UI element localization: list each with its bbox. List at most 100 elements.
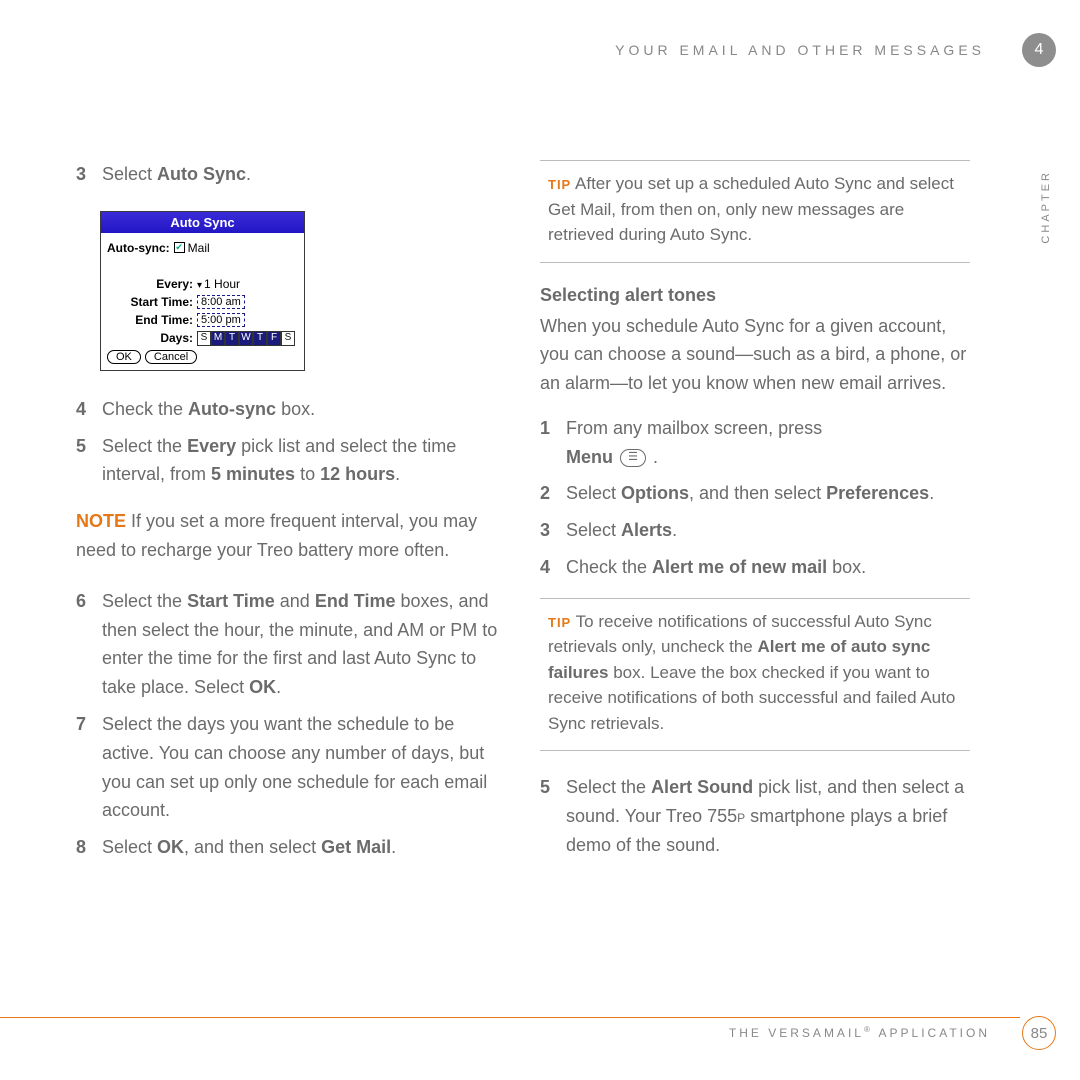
step-text: Select the Start Time and End Time boxes… (102, 587, 506, 702)
step-text: Select Options, and then select Preferen… (566, 479, 970, 508)
step-number: 5 (76, 432, 102, 490)
step-number: 3 (76, 160, 102, 189)
text: Select (566, 520, 621, 540)
palm-body: Auto-sync: ✔ Mail Every: 1 Hour Start Ti… (101, 233, 304, 370)
cancel-button[interactable]: Cancel (145, 350, 197, 364)
text: Check the (102, 399, 188, 419)
day-toggle[interactable]: M (211, 331, 225, 346)
text: . (672, 520, 677, 540)
palm-end-row: End Time: 5:00 pm (107, 313, 298, 327)
bold-text: Start Time (187, 591, 275, 611)
palm-label: Start Time: (107, 295, 193, 309)
step-number: 7 (76, 710, 102, 825)
text: , and then select (184, 837, 321, 857)
palm-label: Days: (107, 331, 193, 345)
bold-text: Auto-sync (188, 399, 276, 419)
step-text: Check the Auto-sync box. (102, 395, 506, 424)
step-text: Select the Alert Sound pick list, and th… (566, 773, 970, 859)
step-text: Select the days you want the schedule to… (102, 710, 506, 825)
step-number: 3 (540, 516, 566, 545)
smallcaps-text: P (737, 811, 745, 825)
step-7: 7 Select the days you want the schedule … (76, 710, 506, 825)
text: . (653, 447, 658, 467)
step-text: From any mailbox screen, press Menu ☰ . (566, 414, 970, 472)
footer-app: THE VERSAMAIL (729, 1026, 864, 1040)
day-toggle[interactable]: S (281, 331, 295, 346)
step-text: Select Alerts. (566, 516, 970, 545)
step-number: 4 (540, 553, 566, 582)
step-text: Select Auto Sync. (102, 160, 506, 189)
left-column: 3 Select Auto Sync. Auto Sync Auto-sync:… (76, 160, 506, 870)
step-text: Select the Every pick list and select th… (102, 432, 506, 490)
step-text: Select OK, and then select Get Mail. (102, 833, 506, 862)
palm-days-row: Days: S M T W T F S (107, 331, 298, 346)
text: Check the (566, 557, 652, 577)
palm-value: Mail (188, 241, 210, 255)
palm-screenshot: Auto Sync Auto-sync: ✔ Mail Every: 1 Hou… (100, 211, 305, 371)
dropdown-icon[interactable] (197, 277, 204, 291)
ok-button[interactable]: OK (107, 350, 141, 364)
text: . (276, 677, 281, 697)
step-number: 6 (76, 587, 102, 702)
page-body: 3 Select Auto Sync. Auto Sync Auto-sync:… (76, 160, 976, 870)
chapter-label: CHAPTER (1040, 170, 1052, 244)
time-field[interactable]: 5:00 pm (197, 313, 245, 327)
bold-text: Auto Sync (157, 164, 246, 184)
day-toggle[interactable]: T (225, 331, 239, 346)
text: box. (276, 399, 315, 419)
palm-buttons: OK Cancel (107, 350, 298, 364)
palm-label: Every: (107, 277, 193, 291)
right-column: TIP After you set up a scheduled Auto Sy… (540, 160, 970, 870)
bold-text: OK (249, 677, 276, 697)
text: . (391, 837, 396, 857)
registered-icon: ® (864, 1025, 873, 1034)
bold-text: 5 minutes (211, 464, 295, 484)
bold-text: Every (187, 436, 236, 456)
text: Select the (566, 777, 651, 797)
text: to (295, 464, 320, 484)
text: Select (102, 837, 157, 857)
text: . (395, 464, 400, 484)
step-5: 5 Select the Every pick list and select … (76, 432, 506, 490)
bold-text: Options (621, 483, 689, 503)
palm-title-bar: Auto Sync (101, 212, 304, 233)
bold-text: Get Mail (321, 837, 391, 857)
step-text: Check the Alert me of new mail box. (566, 553, 970, 582)
text: and (275, 591, 315, 611)
tip-text: box. Leave the box checked if you want t… (548, 663, 955, 733)
day-toggle[interactable]: W (239, 331, 253, 346)
text: box. (827, 557, 866, 577)
checkbox-icon[interactable]: ✔ (174, 242, 185, 253)
day-selector[interactable]: S M T W T F S (197, 331, 295, 346)
palm-every-row: Every: 1 Hour (107, 277, 298, 291)
text: Select the (102, 436, 187, 456)
rstep-1: 1 From any mailbox screen, press Menu ☰ … (540, 414, 970, 472)
palm-autosync-row: Auto-sync: ✔ Mail (107, 241, 298, 255)
step-4: 4 Check the Auto-sync box. (76, 395, 506, 424)
note-text: If you set a more frequent interval, you… (76, 511, 477, 560)
chapter-number-badge: 4 (1022, 33, 1056, 67)
bold-text: 12 hours (320, 464, 395, 484)
day-toggle[interactable]: S (197, 331, 211, 346)
text: . (246, 164, 251, 184)
tip-box: TIP After you set up a scheduled Auto Sy… (540, 160, 970, 263)
palm-value: 1 Hour (204, 277, 240, 291)
time-field[interactable]: 8:00 am (197, 295, 245, 309)
bold-text: Alert Sound (651, 777, 753, 797)
tip-text: After you set up a scheduled Auto Sync a… (548, 174, 954, 244)
footer-title: THE VERSAMAIL® APPLICATION (729, 1025, 990, 1040)
day-toggle[interactable]: T (253, 331, 267, 346)
step-number: 8 (76, 833, 102, 862)
rstep-4: 4 Check the Alert me of new mail box. (540, 553, 970, 582)
palm-label: Auto-sync: (107, 241, 170, 255)
bold-text: Alert me of new mail (652, 557, 827, 577)
section-title: Selecting alert tones (540, 285, 970, 306)
step-3: 3 Select Auto Sync. (76, 160, 506, 189)
bold-text: Menu (566, 447, 613, 467)
bold-text: OK (157, 837, 184, 857)
step-6: 6 Select the Start Time and End Time box… (76, 587, 506, 702)
note-paragraph: NOTE If you set a more frequent interval… (76, 507, 506, 565)
text: From any mailbox screen, press (566, 418, 822, 438)
day-toggle[interactable]: F (267, 331, 281, 346)
rstep-5: 5 Select the Alert Sound pick list, and … (540, 773, 970, 859)
